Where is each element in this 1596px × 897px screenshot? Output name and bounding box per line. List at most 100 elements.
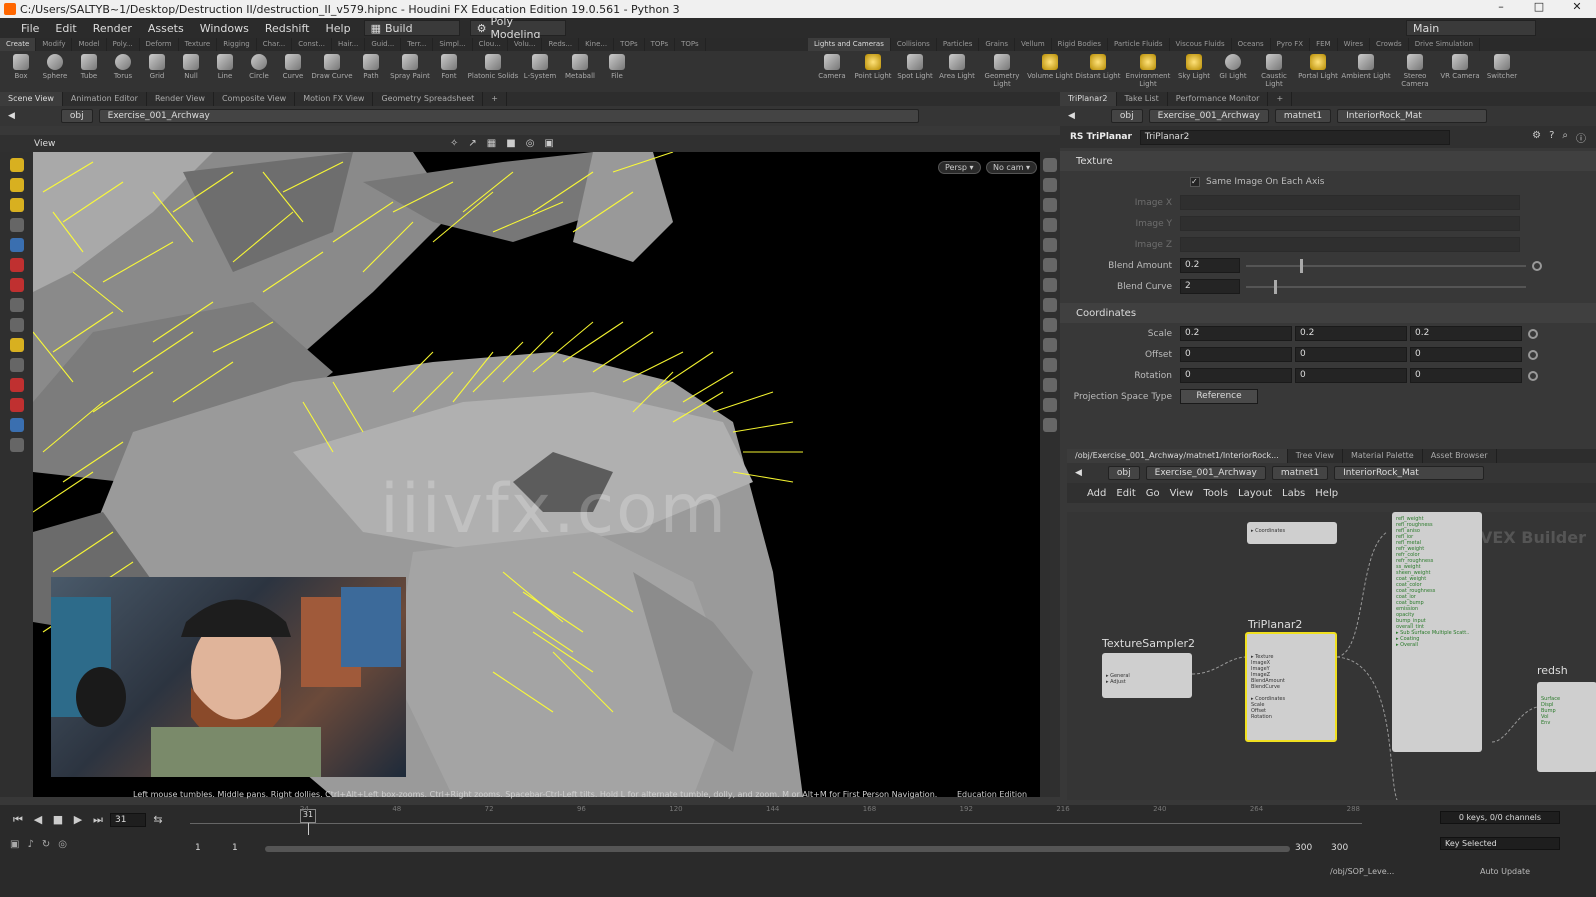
range-start[interactable]: 1 — [195, 843, 201, 853]
pointer-icon[interactable] — [9, 218, 24, 232]
network-menu-go[interactable]: Go — [1146, 488, 1160, 499]
shelf-tab[interactable]: Vellum — [1015, 38, 1052, 51]
blend-curve-slider[interactable] — [1246, 279, 1526, 294]
tool-stereo-camera[interactable]: Stereo Camera — [1392, 54, 1438, 88]
shelf-tab[interactable]: Volu... — [508, 38, 543, 51]
tool-file[interactable]: File — [600, 54, 634, 80]
shelf-tab[interactable]: Crowds — [1370, 38, 1409, 51]
shelf-tab[interactable]: Collisions — [891, 38, 937, 51]
tool-geometry-light[interactable]: Geometry Light — [978, 54, 1026, 88]
shelf-tab[interactable]: TOPs — [675, 38, 706, 51]
network-editor[interactable]: VEX Builder ▸ Coordinates TextureSampler… — [1067, 512, 1596, 800]
lock-icon[interactable] — [9, 238, 24, 252]
stop-button[interactable]: ■ — [50, 813, 66, 827]
shelf-tab[interactable]: Clou... — [473, 38, 508, 51]
offset-y[interactable]: 0 — [1295, 347, 1407, 362]
camera-icon[interactable] — [1043, 378, 1057, 392]
shelf-tab[interactable]: Kine... — [579, 38, 615, 51]
path-obj[interactable]: obj — [1107, 466, 1140, 480]
play-button[interactable]: ▶ — [70, 813, 86, 827]
path-archway[interactable]: Exercise_001_Archway — [1148, 109, 1269, 123]
tool-tube[interactable]: Tube — [72, 54, 106, 80]
path-obj[interactable]: obj — [1110, 109, 1143, 123]
tab-asset-browser[interactable]: Asset Browser — [1423, 449, 1497, 463]
shelf-tab[interactable]: Deform — [140, 38, 179, 51]
tool-environment-light[interactable]: Environment Light — [1122, 54, 1174, 88]
vertex-icon[interactable] — [1043, 298, 1057, 312]
magnet2-icon[interactable] — [9, 398, 24, 412]
step-controls-icon[interactable]: ⇆ — [150, 813, 166, 827]
menu-render[interactable]: Render — [90, 22, 135, 35]
menu-redshift[interactable]: Redshift — [262, 22, 313, 35]
path-matnet[interactable]: matnet1 — [1274, 109, 1332, 123]
snap-tool-icon[interactable] — [9, 298, 24, 312]
shelf-tab[interactable]: Reds... — [542, 38, 580, 51]
magnet-icon[interactable] — [9, 378, 24, 392]
network-menu-help[interactable]: Help — [1315, 488, 1338, 499]
tool-area-light[interactable]: Area Light — [936, 54, 978, 88]
gear-icon[interactable] — [1528, 328, 1538, 339]
handle-icon[interactable] — [9, 258, 24, 272]
tool-metaball[interactable]: Metaball — [560, 54, 600, 80]
pose-icon[interactable] — [9, 278, 24, 292]
timeline-track[interactable] — [190, 823, 1362, 824]
tool-box[interactable]: Box — [4, 54, 38, 80]
rotation-x[interactable]: 0 — [1180, 368, 1292, 383]
brush-icon[interactable] — [9, 338, 24, 352]
tool-font[interactable]: Font — [432, 54, 466, 80]
last-frame-button[interactable]: ⏭ — [90, 813, 106, 827]
path-archway[interactable]: Exercise_001_Archway — [1145, 466, 1266, 480]
gear-icon[interactable] — [1532, 260, 1542, 271]
tab-material-palette[interactable]: Material Palette — [1343, 449, 1423, 463]
range-end[interactable]: 300 — [1331, 843, 1348, 853]
section-texture[interactable]: Texture — [1060, 151, 1596, 171]
projection-dropdown[interactable]: Reference — [1180, 389, 1258, 404]
gear-icon[interactable] — [1528, 349, 1538, 360]
view-icon[interactable] — [9, 438, 24, 452]
tab-motion-fx-view[interactable]: Motion FX View — [295, 92, 374, 106]
select-tool-icon[interactable] — [9, 158, 24, 172]
blend-amount-field[interactable]: 0.2 — [1180, 258, 1240, 273]
shelf-tab[interactable]: Particle Fluids — [1108, 38, 1170, 51]
network-menu-add[interactable]: Add — [1087, 488, 1106, 499]
blend-amount-slider[interactable] — [1246, 258, 1526, 273]
tool-sky-light[interactable]: Sky Light — [1174, 54, 1214, 88]
minimize-button[interactable]: – — [1482, 0, 1520, 13]
slider-knob[interactable] — [1274, 279, 1277, 294]
path-node-exercise[interactable]: Exercise_001_Archway — [98, 109, 919, 123]
maximize-button[interactable]: □ — [1520, 0, 1558, 13]
redshift-output-node[interactable]: Surface Displ Bump Vol Env — [1537, 682, 1596, 772]
realtime-icon[interactable]: ▣ — [10, 839, 19, 850]
tool-spot-light[interactable]: Spot Light — [894, 54, 936, 88]
obj-path-status[interactable]: /obj/SOP_Leve... — [1330, 867, 1394, 876]
path-matnet[interactable]: matnet1 — [1271, 466, 1329, 480]
auto-update-toggle[interactable]: Auto Update — [1480, 867, 1530, 876]
network-menu-edit[interactable]: Edit — [1116, 488, 1135, 499]
node-name-field[interactable]: TriPlanar2 — [1139, 129, 1450, 145]
back-arrow-icon[interactable]: ◀ — [8, 111, 15, 121]
close-button[interactable]: ✕ — [1558, 0, 1596, 13]
lock-view-icon[interactable] — [1043, 178, 1057, 192]
screenshot-icon[interactable]: ▣ — [544, 138, 553, 149]
search-icon[interactable]: ⌕ — [1562, 130, 1568, 145]
main-selector[interactable]: Main — [1406, 20, 1536, 36]
rotation-y[interactable]: 0 — [1295, 368, 1407, 383]
tool-draw-curve[interactable]: Draw Curve — [310, 54, 354, 80]
network-menu-layout[interactable]: Layout — [1238, 488, 1272, 499]
help-icon[interactable]: ? — [1549, 130, 1554, 145]
shelf-tab[interactable]: Rigging — [217, 38, 257, 51]
shelf-tab[interactable]: Poly... — [107, 38, 140, 51]
offset-x[interactable]: 0 — [1180, 347, 1292, 362]
shelf-tab[interactable]: Wires — [1338, 38, 1370, 51]
triplanar-node[interactable]: ▸ Texture ImageX ImageY ImageZ BlendAmount Bl… — [1245, 632, 1337, 742]
camera-menu[interactable]: No cam ▾ — [986, 161, 1038, 174]
tool-path[interactable]: Path — [354, 54, 388, 80]
path-material[interactable]: InteriorRock_Mat — [1337, 109, 1488, 123]
same-image-checkbox[interactable]: ✓ — [1190, 176, 1200, 187]
menu-help[interactable]: Help — [322, 22, 353, 35]
tool-gi-light[interactable]: GI Light — [1214, 54, 1252, 88]
group-icon[interactable] — [1043, 358, 1057, 372]
rotate-tool-icon[interactable] — [9, 198, 24, 212]
shelf-tab[interactable]: Texture — [179, 38, 218, 51]
uv-icon[interactable] — [1043, 278, 1057, 292]
